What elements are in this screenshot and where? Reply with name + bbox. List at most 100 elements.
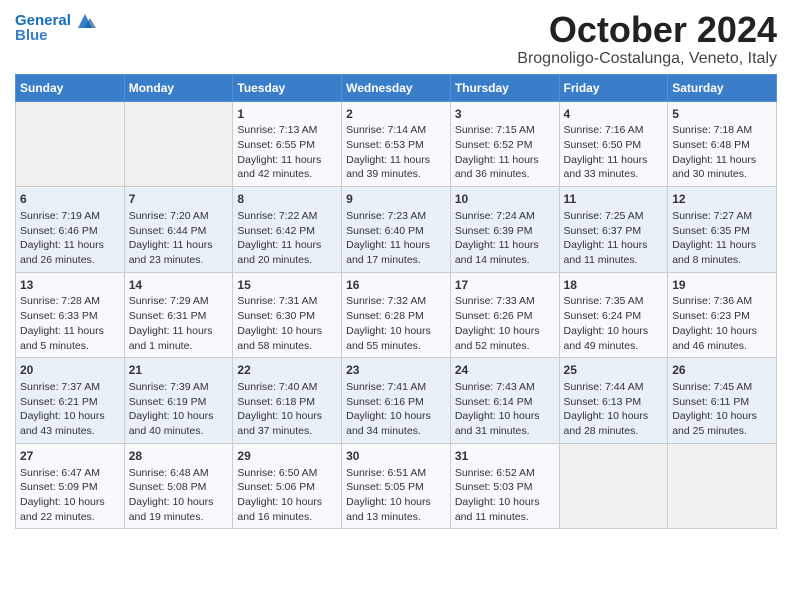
calendar-cell: 24Sunrise: 7:43 AMSunset: 6:14 PMDayligh… [450,358,559,444]
calendar-week-row: 1Sunrise: 7:13 AMSunset: 6:55 PMDaylight… [16,101,777,187]
day-number: 8 [237,191,337,208]
calendar-cell: 8Sunrise: 7:22 AMSunset: 6:42 PMDaylight… [233,187,342,273]
day-number: 21 [129,362,229,379]
calendar-cell: 11Sunrise: 7:25 AMSunset: 6:37 PMDayligh… [559,187,668,273]
calendar-cell: 22Sunrise: 7:40 AMSunset: 6:18 PMDayligh… [233,358,342,444]
day-info: Sunrise: 7:20 AMSunset: 6:44 PMDaylight:… [129,209,229,268]
day-info: Sunrise: 7:36 AMSunset: 6:23 PMDaylight:… [672,294,772,353]
day-number: 25 [564,362,664,379]
day-number: 26 [672,362,772,379]
header-thursday: Thursday [450,74,559,101]
day-number: 23 [346,362,446,379]
day-info: Sunrise: 6:51 AMSunset: 5:05 PMDaylight:… [346,466,446,525]
day-info: Sunrise: 7:19 AMSunset: 6:46 PMDaylight:… [20,209,120,268]
day-info: Sunrise: 7:18 AMSunset: 6:48 PMDaylight:… [672,123,772,182]
calendar-cell: 13Sunrise: 7:28 AMSunset: 6:33 PMDayligh… [16,272,125,358]
calendar-week-row: 20Sunrise: 7:37 AMSunset: 6:21 PMDayligh… [16,358,777,444]
day-number: 15 [237,277,337,294]
calendar-cell: 31Sunrise: 6:52 AMSunset: 5:03 PMDayligh… [450,443,559,529]
month-title: October 2024 [517,10,777,50]
calendar-week-row: 6Sunrise: 7:19 AMSunset: 6:46 PMDaylight… [16,187,777,273]
calendar-cell: 27Sunrise: 6:47 AMSunset: 5:09 PMDayligh… [16,443,125,529]
calendar-cell: 21Sunrise: 7:39 AMSunset: 6:19 PMDayligh… [124,358,233,444]
logo-icon [74,10,96,32]
day-number: 2 [346,106,446,123]
day-info: Sunrise: 7:45 AMSunset: 6:11 PMDaylight:… [672,380,772,439]
day-number: 14 [129,277,229,294]
day-number: 4 [564,106,664,123]
header-saturday: Saturday [668,74,777,101]
calendar-cell: 5Sunrise: 7:18 AMSunset: 6:48 PMDaylight… [668,101,777,187]
calendar-header-row: SundayMondayTuesdayWednesdayThursdayFrid… [16,74,777,101]
day-number: 1 [237,106,337,123]
day-info: Sunrise: 7:32 AMSunset: 6:28 PMDaylight:… [346,294,446,353]
calendar-week-row: 13Sunrise: 7:28 AMSunset: 6:33 PMDayligh… [16,272,777,358]
day-info: Sunrise: 7:22 AMSunset: 6:42 PMDaylight:… [237,209,337,268]
header-tuesday: Tuesday [233,74,342,101]
calendar-table: SundayMondayTuesdayWednesdayThursdayFrid… [15,74,777,530]
day-number: 13 [20,277,120,294]
logo-blue: Blue [15,28,48,45]
header-wednesday: Wednesday [342,74,451,101]
day-number: 5 [672,106,772,123]
day-info: Sunrise: 7:23 AMSunset: 6:40 PMDaylight:… [346,209,446,268]
calendar-cell: 9Sunrise: 7:23 AMSunset: 6:40 PMDaylight… [342,187,451,273]
page-header: General Blue October 2024 Brognoligo-Cos… [15,10,777,68]
calendar-cell: 30Sunrise: 6:51 AMSunset: 5:05 PMDayligh… [342,443,451,529]
day-info: Sunrise: 7:24 AMSunset: 6:39 PMDaylight:… [455,209,555,268]
calendar-cell: 28Sunrise: 6:48 AMSunset: 5:08 PMDayligh… [124,443,233,529]
day-number: 19 [672,277,772,294]
day-info: Sunrise: 7:44 AMSunset: 6:13 PMDaylight:… [564,380,664,439]
day-number: 10 [455,191,555,208]
day-info: Sunrise: 7:28 AMSunset: 6:33 PMDaylight:… [20,294,120,353]
calendar-cell: 4Sunrise: 7:16 AMSunset: 6:50 PMDaylight… [559,101,668,187]
calendar-cell: 15Sunrise: 7:31 AMSunset: 6:30 PMDayligh… [233,272,342,358]
day-info: Sunrise: 7:40 AMSunset: 6:18 PMDaylight:… [237,380,337,439]
day-number: 6 [20,191,120,208]
calendar-cell [559,443,668,529]
calendar-cell: 14Sunrise: 7:29 AMSunset: 6:31 PMDayligh… [124,272,233,358]
day-info: Sunrise: 7:35 AMSunset: 6:24 PMDaylight:… [564,294,664,353]
day-info: Sunrise: 6:47 AMSunset: 5:09 PMDaylight:… [20,466,120,525]
day-number: 12 [672,191,772,208]
day-info: Sunrise: 7:31 AMSunset: 6:30 PMDaylight:… [237,294,337,353]
day-info: Sunrise: 7:16 AMSunset: 6:50 PMDaylight:… [564,123,664,182]
calendar-cell: 10Sunrise: 7:24 AMSunset: 6:39 PMDayligh… [450,187,559,273]
day-number: 9 [346,191,446,208]
calendar-cell [124,101,233,187]
title-area: October 2024 Brognoligo-Costalunga, Vene… [517,10,777,68]
day-info: Sunrise: 7:13 AMSunset: 6:55 PMDaylight:… [237,123,337,182]
day-info: Sunrise: 7:14 AMSunset: 6:53 PMDaylight:… [346,123,446,182]
day-number: 17 [455,277,555,294]
day-info: Sunrise: 7:39 AMSunset: 6:19 PMDaylight:… [129,380,229,439]
calendar-cell: 19Sunrise: 7:36 AMSunset: 6:23 PMDayligh… [668,272,777,358]
day-info: Sunrise: 7:43 AMSunset: 6:14 PMDaylight:… [455,380,555,439]
day-info: Sunrise: 7:15 AMSunset: 6:52 PMDaylight:… [455,123,555,182]
calendar-cell: 20Sunrise: 7:37 AMSunset: 6:21 PMDayligh… [16,358,125,444]
day-info: Sunrise: 6:50 AMSunset: 5:06 PMDaylight:… [237,466,337,525]
calendar-cell: 25Sunrise: 7:44 AMSunset: 6:13 PMDayligh… [559,358,668,444]
day-number: 11 [564,191,664,208]
calendar-cell [16,101,125,187]
logo: General Blue [15,10,98,45]
day-number: 28 [129,448,229,465]
calendar-cell: 6Sunrise: 7:19 AMSunset: 6:46 PMDaylight… [16,187,125,273]
calendar-cell: 16Sunrise: 7:32 AMSunset: 6:28 PMDayligh… [342,272,451,358]
calendar-cell [668,443,777,529]
day-number: 20 [20,362,120,379]
location-title: Brognoligo-Costalunga, Veneto, Italy [517,50,777,68]
header-friday: Friday [559,74,668,101]
day-number: 7 [129,191,229,208]
day-number: 30 [346,448,446,465]
header-monday: Monday [124,74,233,101]
calendar-cell: 2Sunrise: 7:14 AMSunset: 6:53 PMDaylight… [342,101,451,187]
day-info: Sunrise: 6:48 AMSunset: 5:08 PMDaylight:… [129,466,229,525]
day-number: 22 [237,362,337,379]
calendar-cell: 12Sunrise: 7:27 AMSunset: 6:35 PMDayligh… [668,187,777,273]
day-info: Sunrise: 7:29 AMSunset: 6:31 PMDaylight:… [129,294,229,353]
calendar-week-row: 27Sunrise: 6:47 AMSunset: 5:09 PMDayligh… [16,443,777,529]
header-sunday: Sunday [16,74,125,101]
calendar-cell: 7Sunrise: 7:20 AMSunset: 6:44 PMDaylight… [124,187,233,273]
day-info: Sunrise: 7:41 AMSunset: 6:16 PMDaylight:… [346,380,446,439]
day-number: 29 [237,448,337,465]
